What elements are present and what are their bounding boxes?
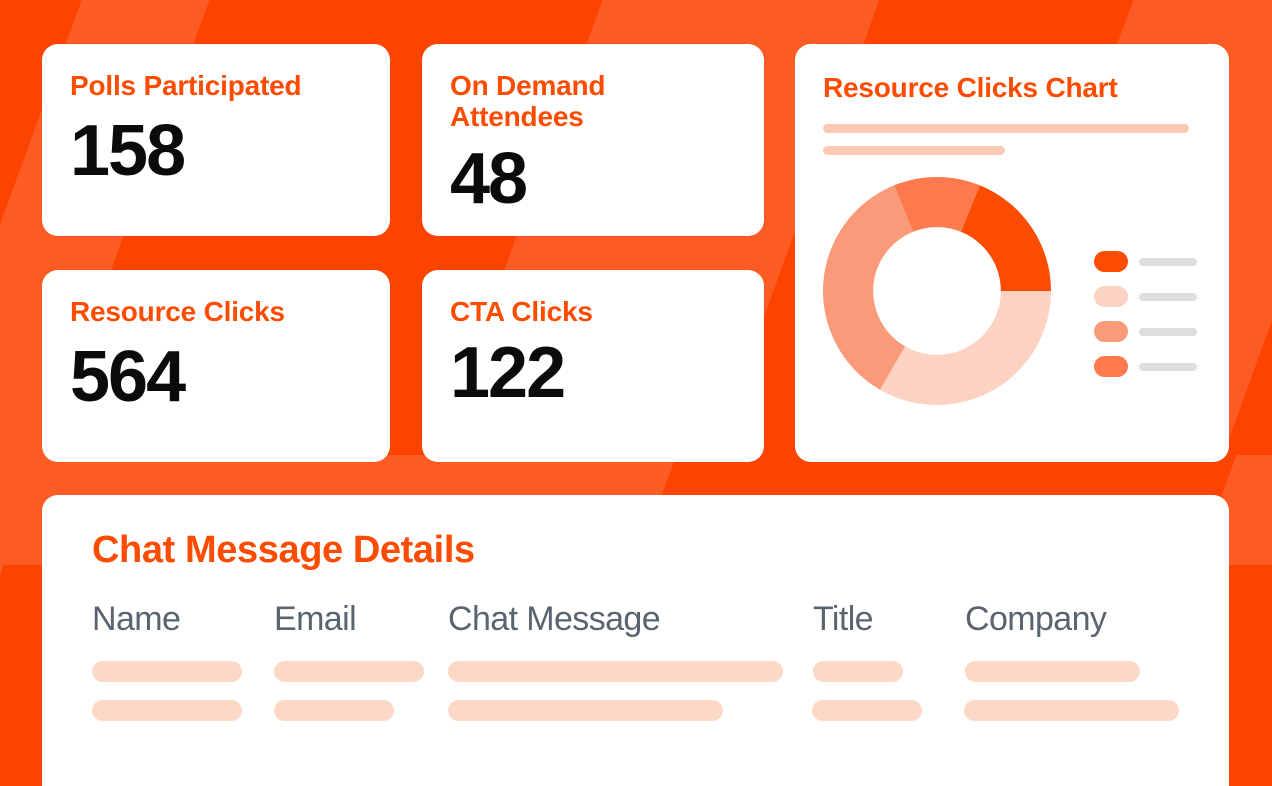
cell-placeholder bbox=[92, 700, 242, 721]
stat-card-label: On Demand Attendees bbox=[450, 70, 606, 133]
table-cell bbox=[964, 700, 1179, 721]
legend-label-placeholder bbox=[1139, 327, 1197, 336]
column-header-email: Email bbox=[274, 600, 357, 638]
chart-body bbox=[823, 177, 1201, 407]
legend-color-swatch bbox=[1094, 356, 1128, 377]
stat-card-resource-clicks[interactable]: Resource Clicks 564 bbox=[42, 270, 390, 462]
legend-label-placeholder bbox=[1139, 292, 1197, 301]
stat-card-label: Polls Participated bbox=[70, 70, 302, 101]
column-header-name: Name bbox=[92, 600, 181, 638]
stat-card-polls-participated[interactable]: Polls Participated 158 bbox=[42, 44, 390, 236]
table-cell bbox=[92, 700, 274, 721]
chart-skeleton-line bbox=[823, 124, 1189, 133]
table-cell bbox=[813, 661, 965, 682]
legend-color-swatch bbox=[1094, 286, 1128, 307]
chart-title: Resource Clicks Chart bbox=[823, 72, 1118, 103]
resource-clicks-chart-card[interactable]: Resource Clicks Chart bbox=[795, 44, 1229, 462]
cell-placeholder bbox=[812, 700, 923, 721]
cell-placeholder bbox=[274, 661, 424, 682]
chart-legend bbox=[1094, 251, 1197, 377]
chat-message-details-panel: Chat Message Details Name Email Chat Mes… bbox=[42, 495, 1229, 786]
donut-segment[interactable] bbox=[960, 185, 1051, 291]
panel-title: Chat Message Details bbox=[92, 529, 475, 571]
donut-segment[interactable] bbox=[880, 291, 1051, 405]
legend-label-placeholder bbox=[1139, 362, 1197, 371]
column-header-chat-message: Chat Message bbox=[448, 600, 661, 638]
table-body bbox=[92, 661, 1179, 721]
table-cell bbox=[447, 700, 813, 721]
column-header-title: Title bbox=[813, 600, 874, 638]
column-header-company: Company bbox=[965, 600, 1107, 638]
cell-placeholder bbox=[273, 700, 394, 721]
stat-card-label: CTA Clicks bbox=[450, 296, 593, 327]
table-cell bbox=[812, 700, 964, 721]
legend-color-swatch bbox=[1094, 251, 1128, 272]
stat-card-value: 564 bbox=[70, 337, 186, 418]
cell-placeholder bbox=[92, 661, 242, 682]
cell-placeholder bbox=[813, 661, 903, 682]
legend-row[interactable] bbox=[1094, 356, 1197, 377]
cell-placeholder bbox=[965, 661, 1140, 682]
dashboard: Polls Participated 158 On Demand Attende… bbox=[0, 0, 1272, 786]
table-cell bbox=[273, 700, 448, 721]
table-cell bbox=[448, 661, 813, 682]
chart-skeleton-line bbox=[823, 146, 1005, 155]
table-row[interactable] bbox=[92, 700, 1179, 721]
chat-message-table: Name Email Chat Message Title Company bbox=[92, 600, 1179, 721]
stat-card-on-demand-attendees[interactable]: On Demand Attendees 48 bbox=[422, 44, 764, 236]
legend-label-placeholder bbox=[1139, 257, 1197, 266]
table-row[interactable] bbox=[92, 661, 1179, 682]
table-cell bbox=[92, 661, 274, 682]
stat-card-value: 158 bbox=[70, 111, 186, 192]
legend-color-swatch bbox=[1094, 321, 1128, 342]
legend-row[interactable] bbox=[1094, 321, 1197, 342]
legend-row[interactable] bbox=[1094, 251, 1197, 272]
cell-placeholder bbox=[964, 700, 1179, 721]
donut-chart[interactable] bbox=[823, 177, 1051, 405]
table-header-row: Name Email Chat Message Title Company bbox=[92, 600, 1179, 639]
cell-placeholder bbox=[448, 661, 783, 682]
stat-card-label: Resource Clicks bbox=[70, 296, 285, 327]
stat-card-value: 122 bbox=[450, 333, 566, 414]
cell-placeholder bbox=[447, 700, 723, 721]
legend-row[interactable] bbox=[1094, 286, 1197, 307]
table-cell bbox=[965, 661, 1179, 682]
stat-card-cta-clicks[interactable]: CTA Clicks 122 bbox=[422, 270, 764, 462]
table-cell bbox=[274, 661, 448, 682]
stat-card-value: 48 bbox=[450, 138, 528, 219]
